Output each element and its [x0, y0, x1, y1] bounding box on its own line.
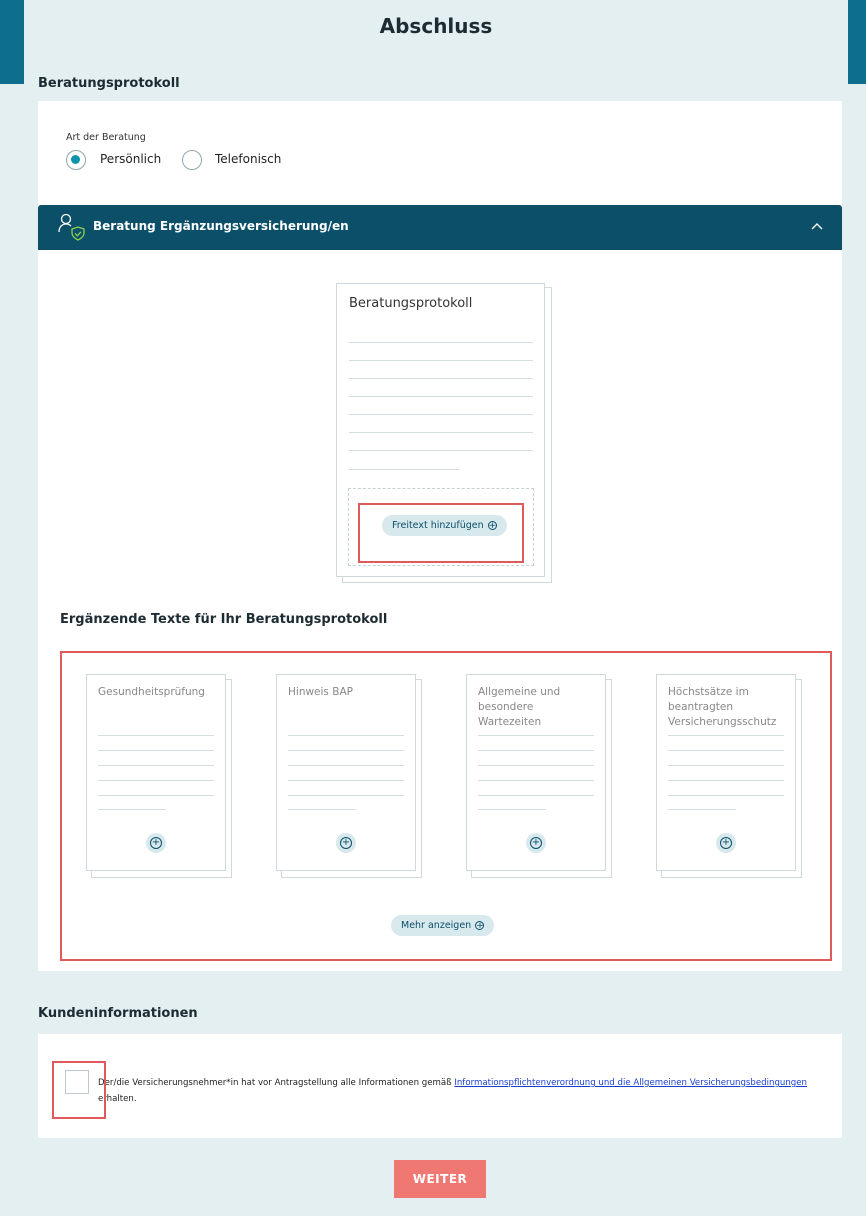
section-heading-kundeninformationen: Kundeninformationen	[38, 1006, 198, 1021]
art-der-beratung-label: Art der Beratung	[66, 132, 146, 143]
weiter-button[interactable]: WEITER	[394, 1160, 486, 1198]
highlight-freitext	[358, 503, 524, 563]
accordion-ergaenzungsversicherung[interactable]: Beratung Ergänzungsversicherung/en	[38, 205, 842, 250]
protocol-document-title: Beratungsprotokoll	[349, 296, 473, 311]
accordion-title: Beratung Ergänzungsversicherung/en	[93, 219, 349, 233]
supplementary-heading: Ergänzende Texte für Ihr Beratungsprotok…	[60, 612, 388, 627]
main-panel: Abschluss Beratungsprotokoll Art der Ber…	[24, 0, 848, 1216]
highlight-supplementary	[60, 651, 832, 961]
info-link[interactable]: Informationspflichtenverordnung und die …	[454, 1078, 807, 1088]
chevron-up-icon[interactable]	[810, 219, 824, 233]
user-shield-icon	[58, 213, 85, 241]
radio-telefonisch[interactable]	[182, 150, 202, 170]
consent-text: Der/die Versicherungsnehmer*in hat vor A…	[98, 1078, 807, 1104]
kundeninfo-card: Der/die Versicherungsnehmer*in hat vor A…	[38, 1034, 842, 1138]
highlight-checkbox	[52, 1061, 106, 1119]
beratung-card: Art der Beratung Persönlich Telefonisch …	[38, 101, 842, 971]
radio-telefonisch-label: Telefonisch	[215, 152, 282, 166]
radio-persoenlich-label: Persönlich	[100, 152, 162, 166]
page-title: Abschluss	[379, 14, 493, 38]
radio-persoenlich[interactable]	[66, 150, 86, 170]
section-heading-beratungsprotokoll: Beratungsprotokoll	[38, 76, 180, 91]
